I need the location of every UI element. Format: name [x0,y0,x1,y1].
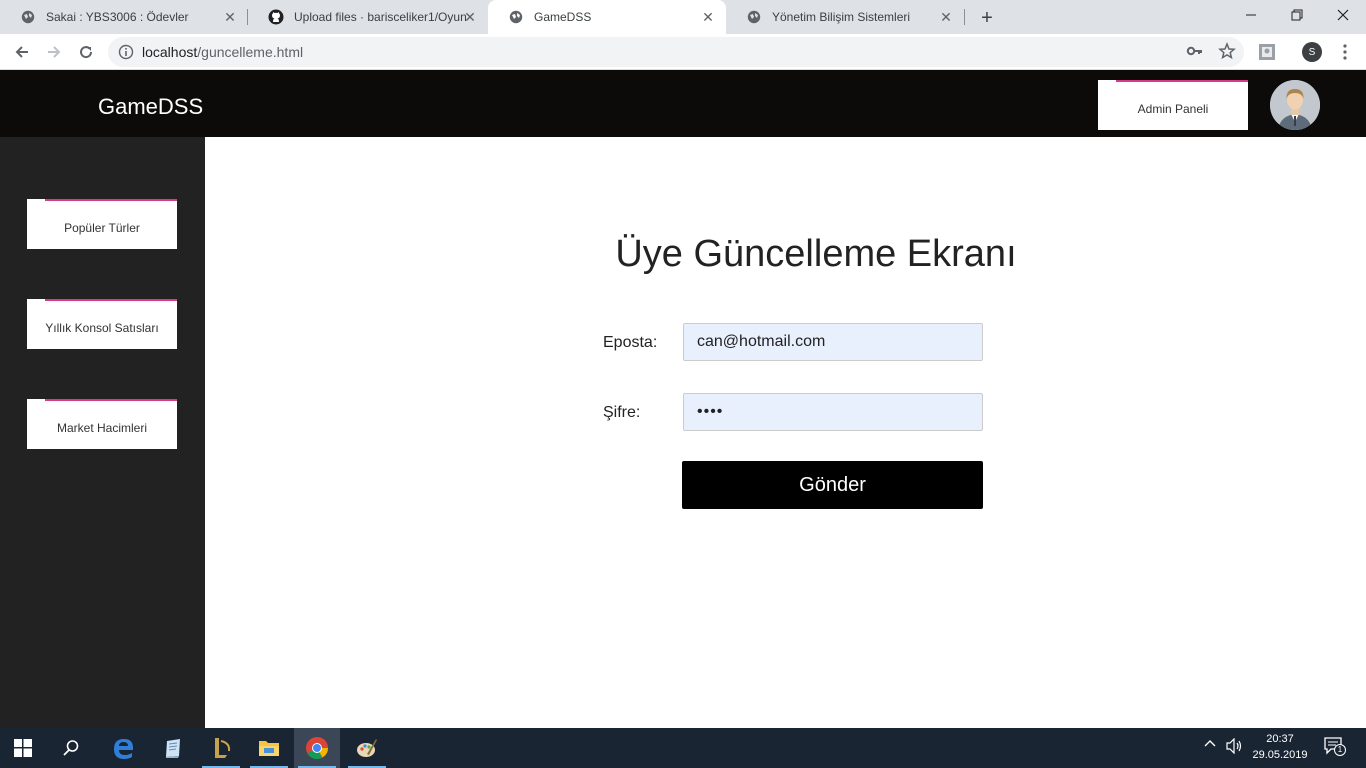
profile-avatar[interactable]: S [1302,42,1322,62]
reload-icon [80,46,93,59]
address-bar[interactable]: localhost/guncelleme.html [108,37,1244,67]
tab-title: Sakai : YBS3006 : Ödevler [46,10,189,24]
browser-tab-gamedss[interactable]: GameDSS ✕ [488,0,726,34]
tab-separator [964,9,965,25]
user-avatar[interactable] [1270,80,1320,130]
submit-button[interactable]: Gönder [682,461,983,509]
clock-date: 29.05.2019 [1252,749,1308,761]
password-field[interactable]: •••• [683,393,983,431]
browser-tab-ybs[interactable]: Yönetim Bilişim Sistemleri ✕ [726,0,964,34]
close-window-button[interactable] [1320,0,1366,30]
league-icon [215,738,231,758]
url-host: localhost [142,44,198,60]
admin-panel-button[interactable]: Admin Paneli [1098,80,1248,130]
volume-icon[interactable] [1225,737,1243,757]
clock-time: 20:37 [1266,733,1294,745]
browser-toolbar: localhost/guncelleme.html S [0,34,1366,70]
brand-title[interactable]: GameDSS [98,94,203,120]
email-label: Eposta: [603,334,658,351]
back-button[interactable] [8,38,36,66]
globe-icon [20,9,36,25]
system-clock[interactable]: 20:37 29.05.2019 [1248,731,1312,763]
arrow-right-icon [48,46,61,58]
search-button[interactable] [48,728,94,768]
address-bar-icons [1186,41,1236,65]
notepad-app[interactable] [150,728,196,768]
close-icon[interactable]: ✕ [700,9,716,25]
edge-icon [114,739,133,759]
browser-tab-sakai[interactable]: Sakai : YBS3006 : Ödevler ✕ [0,0,248,34]
forward-button[interactable] [40,38,68,66]
chevron-up-icon[interactable] [1204,738,1216,753]
sidebar: Popüler Türler Yıllık Konsol Satısları M… [0,137,205,728]
league-app[interactable] [198,728,244,768]
notepad-icon [166,739,180,758]
paint-icon [357,739,377,757]
sidebar-item-market-hacimleri[interactable]: Market Hacimleri [27,399,177,449]
menu-dots-icon[interactable] [1334,41,1356,63]
restore-button[interactable] [1274,0,1320,30]
tab-title: Yönetim Bilişim Sistemleri [772,10,911,24]
extension-icon[interactable] [1256,41,1278,63]
chrome-app[interactable] [294,728,340,768]
password-label: Şifre: [603,404,641,421]
sidebar-item-populer-turler[interactable]: Popüler Türler [27,199,177,249]
folder-icon [259,741,279,756]
chrome-icon [306,737,328,759]
windows-icon [14,739,32,757]
email-field[interactable]: can@hotmail.com [683,323,983,361]
paint-app[interactable] [344,728,390,768]
search-icon [63,740,79,756]
url-text: localhost/guncelleme.html [142,44,303,60]
key-icon[interactable] [1186,42,1204,65]
arrow-left-icon [15,46,28,58]
globe-icon [746,9,762,25]
windows-taskbar: 20:37 29.05.2019 1 [0,728,1366,768]
notification-count: 1 [1334,744,1346,756]
start-button[interactable] [0,728,46,768]
minimize-button[interactable] [1228,0,1274,30]
tab-title: Upload files · barisceliker1/Oyun- [294,10,466,24]
url-path: /guncelleme.html [197,44,304,60]
browser-tab-strip: Sakai : YBS3006 : Ödevler ✕ Upload files… [0,0,1366,34]
close-icon[interactable]: ✕ [462,9,478,25]
close-icon[interactable]: ✕ [938,9,954,25]
tab-title: GameDSS [534,10,592,24]
page-title: Üye Güncelleme Ekranı [615,233,1017,275]
edge-app[interactable] [100,728,146,768]
reload-button[interactable] [72,38,100,66]
globe-icon [508,9,524,25]
file-explorer-app[interactable] [246,728,292,768]
browser-tab-github[interactable]: Upload files · barisceliker1/Oyun- ✕ [248,0,488,34]
info-icon [118,44,134,60]
app-header: GameDSS Admin Paneli [0,70,1366,137]
close-icon[interactable]: ✕ [222,9,238,25]
notification-center-button[interactable]: 1 [1324,736,1346,759]
sidebar-item-konsol-satislari[interactable]: Yıllık Konsol Satısları [27,299,177,349]
new-tab-button[interactable]: + [976,7,998,29]
star-icon[interactable] [1218,41,1236,65]
github-icon [268,9,284,25]
main-content: Üye Güncelleme Ekranı Eposta: can@hotmai… [205,137,1366,728]
